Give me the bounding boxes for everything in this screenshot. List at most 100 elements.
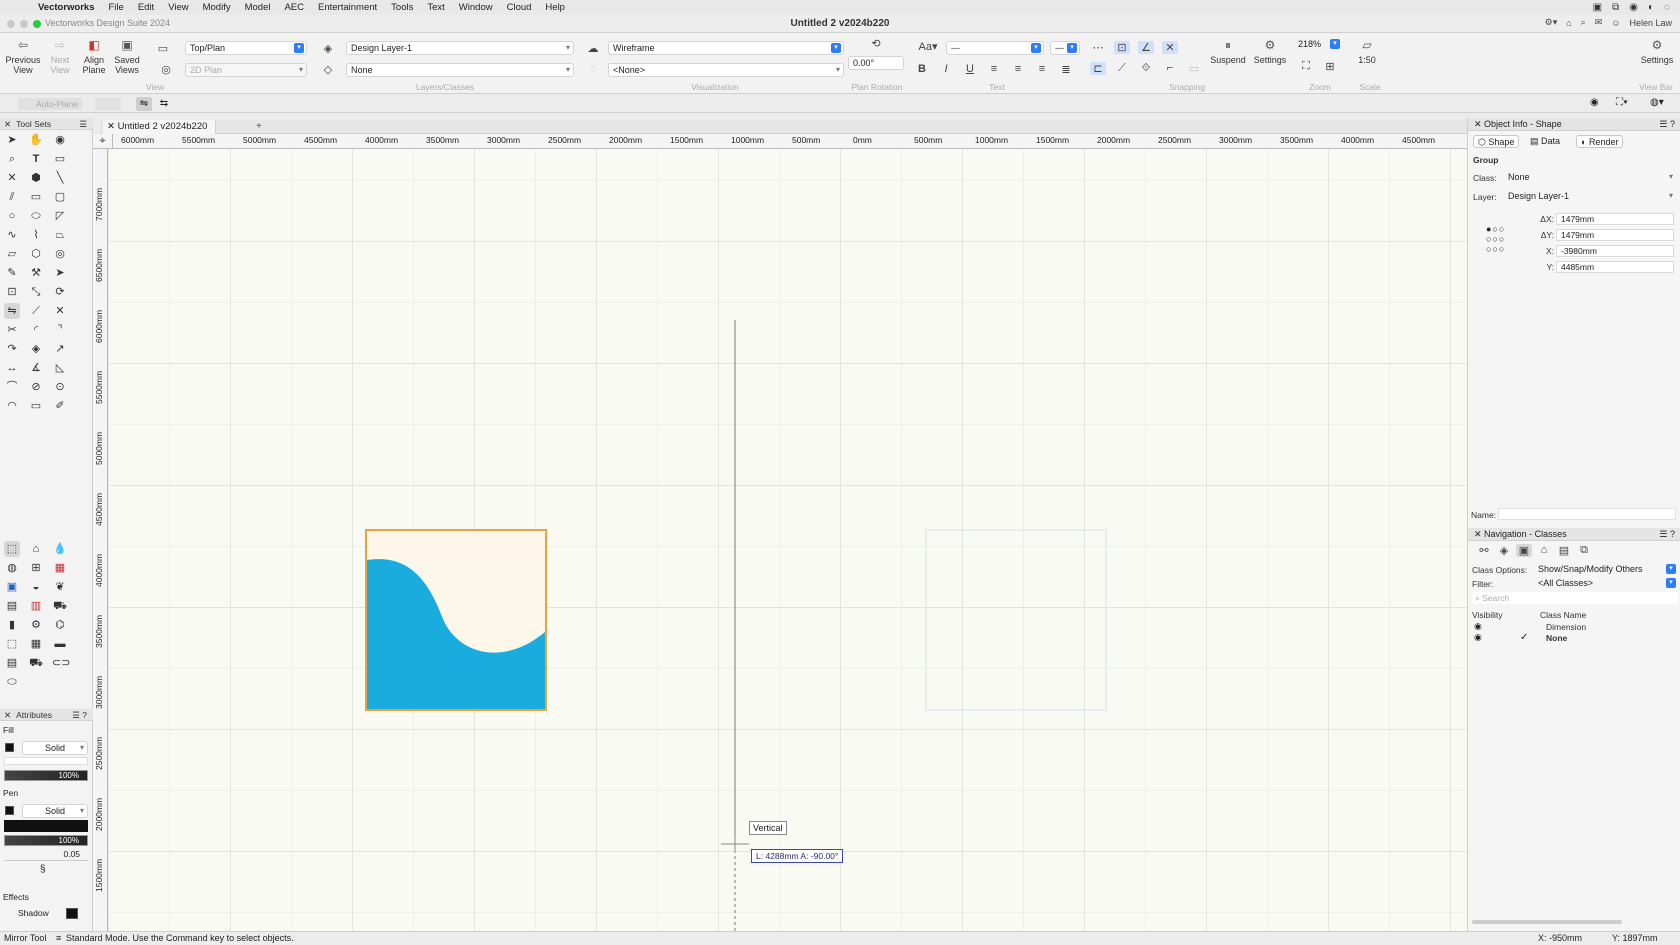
nav-sheets-icon[interactable]: ▤ [1556, 544, 1572, 557]
reshape-tool-icon[interactable]: ⊡ [4, 284, 20, 300]
toolset-truss-icon[interactable]: ▬ [52, 636, 68, 652]
eyedropper-icon[interactable]: ✎ [4, 265, 20, 281]
shadow-color-swatch[interactable] [66, 908, 78, 919]
new-tab-icon[interactable]: + [256, 120, 262, 134]
align-center-icon[interactable]: ≡ [1010, 63, 1026, 75]
circle-tool-icon[interactable]: ○ [4, 208, 20, 224]
y-field[interactable]: 4485mm [1556, 261, 1674, 273]
eye-icon[interactable]: ◉ [1474, 632, 1482, 643]
locus-tool-icon[interactable]: ✕ [4, 170, 20, 186]
toolset-stage-icon[interactable]: ▤ [4, 655, 20, 671]
vertical-ruler[interactable]: 7000mm 6500mm 6000mm 5500mm 5000mm 4500mm 4000… [93, 149, 108, 931]
close-icon[interactable]: ✕ [4, 119, 11, 129]
align-right-icon[interactable]: ≡ [1034, 63, 1050, 75]
justify-icon[interactable]: ≣ [1058, 63, 1074, 76]
wave-group[interactable] [365, 529, 547, 711]
control-center-icon[interactable]: ◌ [1664, 2, 1670, 13]
menu-aec[interactable]: AEC [284, 2, 304, 13]
move-by-points-icon[interactable]: ↗ [52, 341, 68, 357]
menu-icon[interactable]: ☰ ? [1659, 118, 1675, 131]
snap-settings-button[interactable]: ⚙ Settings [1250, 39, 1290, 65]
gear-icon[interactable]: ⚙▾ [1545, 17, 1558, 28]
toolset-water-icon[interactable]: 💧 [52, 541, 68, 557]
bold-icon[interactable]: B [914, 63, 930, 75]
plane-toggle[interactable] [95, 98, 121, 110]
toolset-rigging-icon[interactable]: ▤ [4, 598, 20, 614]
nav-classes-icon[interactable]: ▣ [1516, 544, 1532, 557]
snap-edge-icon[interactable]: ⌐ [1162, 62, 1178, 74]
tab-shape[interactable]: ⬡ Shape [1473, 135, 1520, 148]
split-tool-icon[interactable]: ⟋ [28, 303, 44, 319]
ruler-origin-icon[interactable]: ⌖ [93, 134, 113, 149]
toolset-site-icon[interactable]: ◍ [4, 560, 20, 576]
underline-icon[interactable]: U [962, 63, 978, 75]
table-row[interactable]: ◉ ✓ None [1468, 632, 1680, 644]
rounded-rectangle-icon[interactable]: ▢ [52, 189, 68, 205]
plane-mode-icon[interactable]: ▭ [155, 42, 171, 55]
close-icon[interactable]: ✕ [1474, 119, 1484, 129]
search-icon[interactable]: ⌕ [1581, 17, 1586, 28]
line-type-icon[interactable]: § [40, 864, 46, 875]
oval-tool-icon[interactable]: ⬭ [28, 208, 44, 224]
toolset-cameras-icon[interactable]: ⬚ [4, 636, 20, 652]
dimension-tool-icon[interactable]: ↔ [4, 360, 20, 376]
tool-more-icon[interactable]: ✐ [52, 398, 68, 414]
freehand-tool-icon[interactable]: ∿ [4, 227, 20, 243]
symbol-insertion-icon[interactable]: ⬢ [28, 170, 44, 186]
tab-untitled-2[interactable]: ✕ Untitled 2 v2024b220 [103, 120, 217, 134]
rotate-tool-icon[interactable]: ⟳ [52, 284, 68, 300]
close-icon[interactable]: ✕ [4, 710, 11, 720]
flyover-tool-icon[interactable]: ◉ [52, 132, 68, 148]
class-dropdown[interactable]: None ▾ [346, 63, 574, 77]
menu-view[interactable]: View [168, 2, 188, 13]
toolset-detail-icon[interactable]: ⊞ [28, 560, 44, 576]
layer-dropdown[interactable]: Design Layer-1 ▾ [346, 41, 574, 55]
horizontal-scrollbar[interactable] [1472, 920, 1622, 924]
arc-length-icon[interactable]: ⌒ [4, 379, 20, 395]
toolset-vehicles-icon[interactable]: ⛟ [52, 598, 68, 614]
col-class-name[interactable]: Class Name [1540, 610, 1586, 620]
toolset-lighting-icon[interactable]: ◒ [28, 579, 44, 595]
eye-icon[interactable]: ◉ [1590, 97, 1599, 108]
align-plane-button[interactable]: ◧ Align Plane [78, 39, 110, 75]
snap-distance-icon[interactable]: ⊏ [1090, 62, 1106, 75]
layer-dropdown-obj[interactable]: Design Layer-1 ▾ [1504, 190, 1676, 204]
horizontal-ruler[interactable]: 6000mm 5500mm 5000mm 4500mm 4000mm 3500mm 3000… [113, 134, 1467, 149]
snap-intersection-icon[interactable]: ✕ [1162, 41, 1178, 54]
toolset-dims-icon[interactable]: ▣ [4, 579, 20, 595]
fill-opacity-bar[interactable]: 100% [4, 770, 88, 781]
italic-icon[interactable]: I [938, 63, 954, 75]
mirror-tool-icon[interactable]: ⇋ [4, 303, 20, 319]
user-menu-icon[interactable]: ◐ [1648, 2, 1654, 13]
previous-view-button[interactable]: ⇦ Previous View [4, 39, 42, 75]
projection-icon[interactable]: ◌ [585, 63, 601, 75]
toolset-spaces-icon[interactable]: ▥ [28, 598, 44, 614]
connect-tool-icon[interactable]: ◈ [28, 341, 44, 357]
fillet-tool-icon[interactable]: ◜ [28, 322, 44, 338]
nav-connect-icon[interactable]: ⚯ [1476, 544, 1492, 557]
plane-dropdown[interactable]: 2D Plan ▾ [185, 63, 307, 77]
zoom-tool-icon[interactable]: ⌕ [4, 151, 20, 167]
align-left-icon[interactable]: ≡ [986, 63, 1002, 75]
view-dropdown[interactable]: Top/Plan ▾ [185, 41, 307, 55]
double-line-icon[interactable]: ⫽ [4, 189, 20, 205]
polygon-tool-icon[interactable]: ⏢ [52, 227, 68, 243]
plan-rotation-icon[interactable]: ⟲ [868, 37, 884, 50]
eye-icon[interactable]: ◉ [1474, 621, 1482, 632]
menu-help[interactable]: Help [545, 2, 565, 13]
menu-file[interactable]: File [109, 2, 124, 13]
pen-style-dropdown[interactable]: Solid ▾ [22, 804, 88, 818]
toolset-piping-icon[interactable]: ⚙ [28, 617, 44, 633]
zoom-page-icon[interactable]: ⊞ [1322, 60, 1338, 73]
dx-field[interactable]: 1479mm [1556, 213, 1674, 225]
toolset-building-icon[interactable]: ⌂ [28, 541, 44, 557]
clip-tool-icon[interactable]: ✂ [4, 322, 20, 338]
attribute-mapping-icon[interactable]: ⚒ [28, 265, 44, 281]
saved-views-button[interactable]: ▣ Saved Views [112, 39, 142, 75]
toolset-custom-icon[interactable]: ⬭ [4, 674, 20, 690]
toolset-fire-icon[interactable]: ⌬ [52, 617, 68, 633]
plan-rotation-field[interactable]: 0.00° [848, 56, 904, 70]
font-dropdown[interactable]: --- ▾ [946, 41, 1044, 55]
menu-window[interactable]: Window [459, 2, 493, 13]
menu-model[interactable]: Model [245, 2, 271, 13]
